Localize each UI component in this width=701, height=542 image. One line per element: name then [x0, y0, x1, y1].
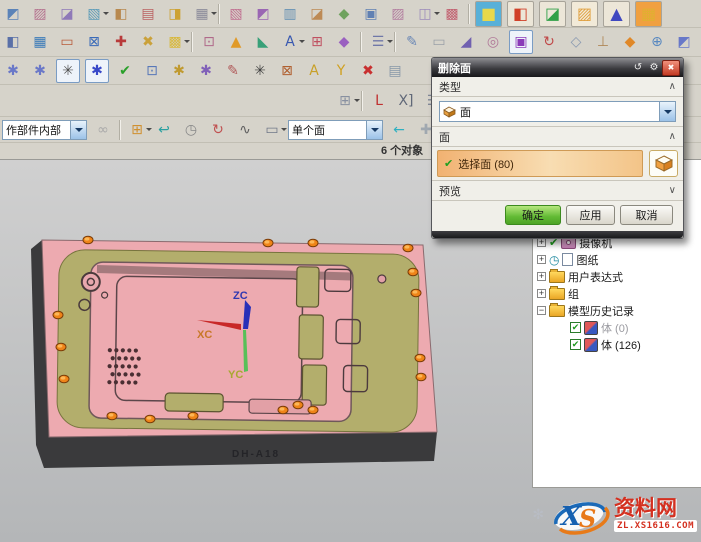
select-face-row[interactable]: ✔ 选择面 (80): [437, 150, 643, 177]
ok-button[interactable]: 确定: [505, 205, 561, 225]
collapse-icon[interactable]: ∧: [669, 131, 676, 142]
mold-engraving-text: DH-A18: [232, 449, 280, 460]
tree-item[interactable]: − 模型历史记录: [533, 302, 701, 319]
tree-item-label: 体 (126): [601, 337, 641, 353]
face-section-header[interactable]: 面 ∧: [432, 127, 683, 147]
triad-zc-label: ZC: [233, 290, 248, 302]
watermark: ✻ X S 资料网 ZL.XS1616.COM: [532, 492, 697, 538]
folder-icon: [549, 305, 565, 317]
type-dropdown-value: 面: [460, 104, 471, 120]
folder-icon: [549, 288, 565, 300]
dialog-title-bar[interactable]: 删除面 ↺ ⚙ ✖: [432, 58, 683, 77]
dialog-title: 删除面: [438, 60, 471, 76]
apply-button[interactable]: 应用: [566, 205, 615, 225]
type-section-header[interactable]: 类型 ∧: [432, 77, 683, 97]
part-navigator-tree: +✔摄像机+◷图纸+用户表达式+组−模型历史记录✔体 (0)✔体 (126): [533, 234, 701, 353]
cube-icon: [655, 155, 673, 172]
reset-icon[interactable]: ↺: [630, 61, 646, 75]
chevron-down-icon[interactable]: [659, 102, 675, 121]
tree-item[interactable]: +◷ 图纸: [533, 251, 701, 268]
solid-body-icon: [584, 321, 598, 335]
triad-xc-label: XC: [197, 329, 212, 341]
delete-face-dialog: 删除面 ↺ ⚙ ✖ 类型 ∧ 面 面: [431, 57, 684, 239]
plus-expander-icon[interactable]: +: [537, 272, 546, 281]
type-section-label: 类型: [439, 79, 461, 95]
model-pocket[interactable]: [57, 249, 419, 432]
nx-application-window: ◩▨◪▧◧▤◨▦▧◩▥◪◆▣▨◫▩■◧◪▨▲▦ ◧▦▭⊠✚✖▩⊡▲◣A⊞◆☰✎▭…: [0, 0, 701, 542]
checkbox-checked[interactable]: ✔: [570, 339, 581, 350]
plus-expander-icon[interactable]: +: [537, 238, 546, 247]
preview-section-header[interactable]: 预览 ∨: [432, 181, 683, 201]
face-type-icon: [443, 106, 456, 118]
xs-logo-icon: X S: [546, 492, 612, 538]
logo-letter-s: S: [579, 504, 596, 533]
check-icon: ✔: [444, 157, 453, 170]
watermark-site-name: 资料网: [614, 499, 697, 519]
cancel-button[interactable]: 取消: [620, 205, 673, 225]
tree-item-label: 图纸: [576, 252, 598, 268]
tree-item[interactable]: ✔ 体 (0): [533, 319, 701, 336]
folder-icon: [549, 271, 565, 283]
tree-item-label: 用户表达式: [568, 269, 623, 285]
tree-item-label: 模型历史记录: [568, 303, 634, 319]
face-rule-button[interactable]: [649, 150, 678, 177]
checkbox-checked[interactable]: ✔: [570, 322, 581, 333]
plus-expander-icon[interactable]: +: [537, 289, 546, 298]
close-icon[interactable]: ✖: [662, 60, 680, 76]
type-dropdown[interactable]: 面: [439, 101, 676, 122]
preview-section-label: 预览: [439, 183, 461, 199]
tree-item-label: 组: [568, 286, 579, 302]
tree-item[interactable]: ✔ 体 (126): [533, 336, 701, 353]
tree-item-label: 体 (0): [601, 320, 629, 336]
triad-yc-label: YC: [228, 369, 243, 381]
expand-icon[interactable]: ∨: [669, 185, 676, 196]
plus-expander-icon[interactable]: +: [537, 255, 546, 264]
minus-expander-icon[interactable]: −: [537, 306, 546, 315]
face-section-label: 面: [439, 129, 450, 145]
clock-icon: ◷: [549, 254, 559, 266]
gear-icon[interactable]: ⚙: [646, 61, 662, 75]
select-face-label: 选择面 (80): [458, 156, 514, 172]
collapse-icon[interactable]: ∧: [669, 81, 676, 92]
tree-item[interactable]: +组: [533, 285, 701, 302]
dialog-resize-bar[interactable]: [432, 231, 683, 238]
watermark-site-url: ZL.XS1616.COM: [614, 520, 697, 532]
page-icon: [562, 253, 573, 266]
tree-item[interactable]: + 用户表达式: [533, 268, 701, 285]
snowflake-icon: ✻: [532, 507, 544, 523]
solid-body-icon: [584, 338, 598, 352]
